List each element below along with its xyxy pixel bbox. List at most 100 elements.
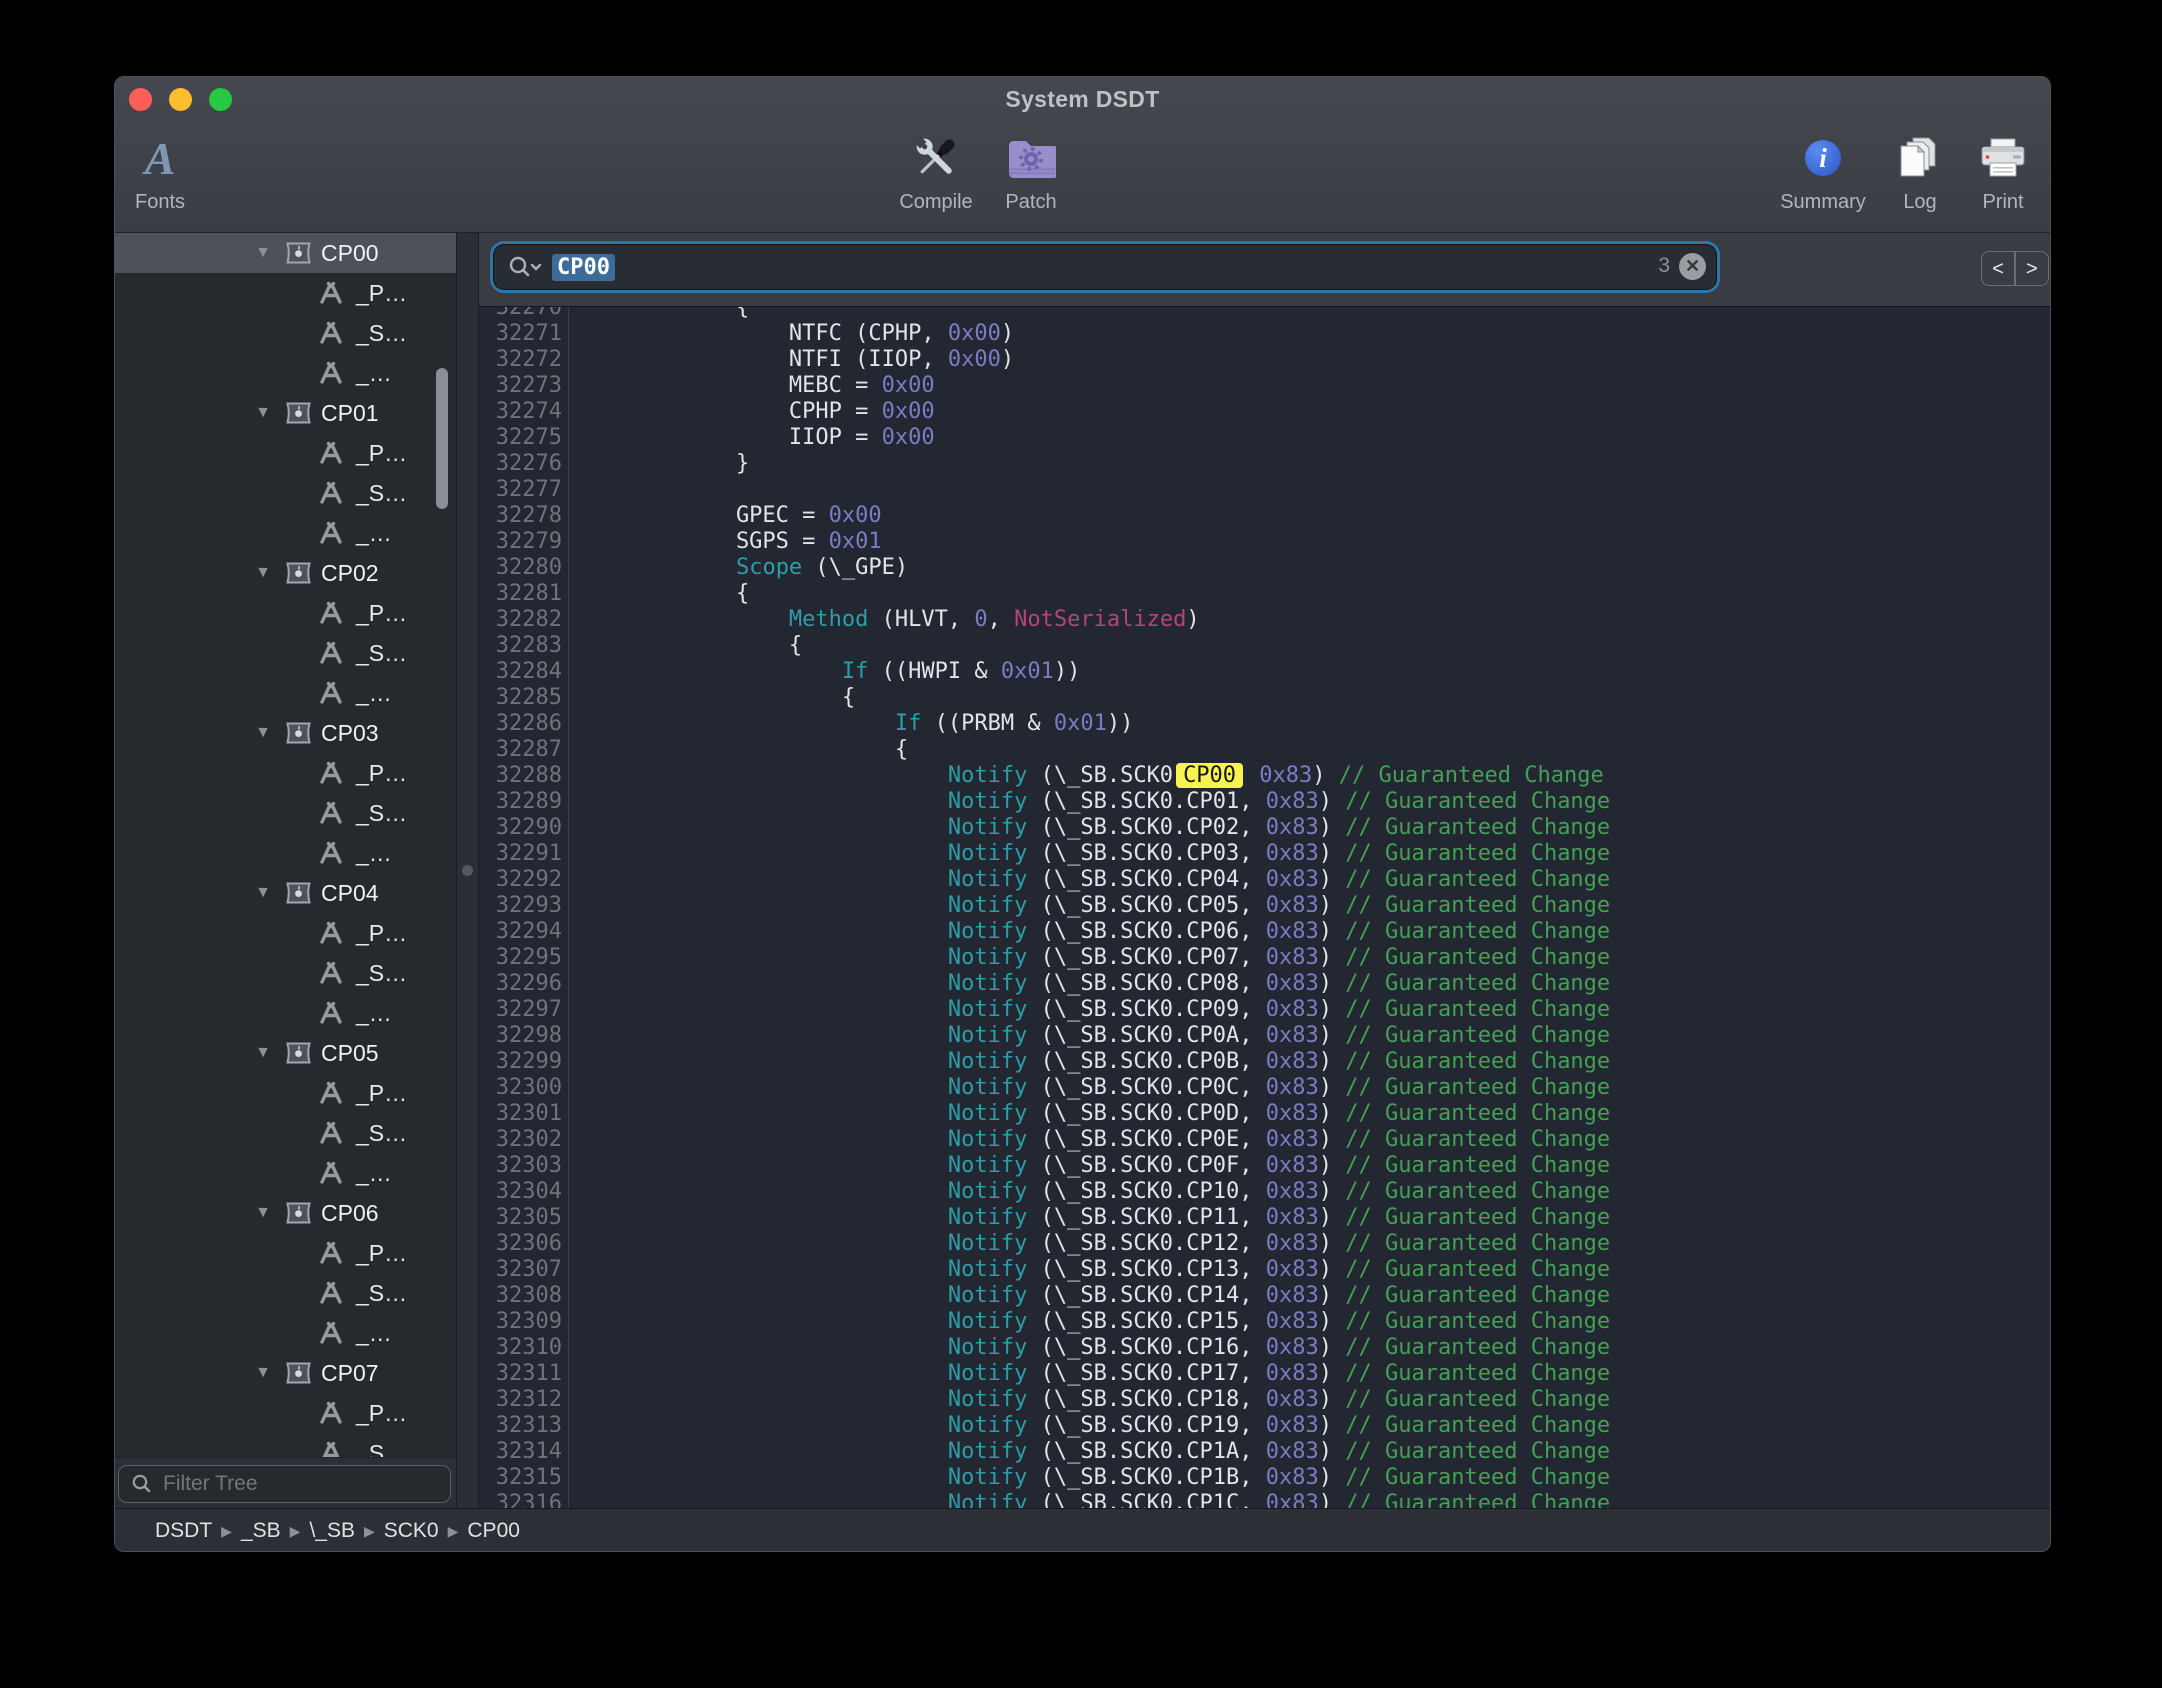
tree-row-method[interactable]: _… xyxy=(115,833,456,873)
code-line: 32308 Notify (\_SB.SCK0.CP14, 0x83) // G… xyxy=(479,1283,2051,1309)
tree-row-method[interactable]: _… xyxy=(115,513,456,553)
code-line: 32271 NTFC (CPHP, 0x00) xyxy=(479,321,2051,347)
line-number: 32291 xyxy=(479,841,569,867)
code-text: { xyxy=(569,737,908,763)
code-token: 0x83 xyxy=(1266,1049,1319,1074)
line-number: 32300 xyxy=(479,1075,569,1101)
tree-row-method[interactable]: _S… xyxy=(115,793,456,833)
code-token: 0x83 xyxy=(1266,971,1319,996)
tree-row-scope[interactable]: ▼CP07 xyxy=(115,1353,456,1393)
code-token: 0x83 xyxy=(1266,1465,1319,1490)
tree-row-method[interactable]: _P… xyxy=(115,1393,456,1433)
filter-tree-field[interactable] xyxy=(118,1465,451,1503)
tree-row-method[interactable]: _… xyxy=(115,1313,456,1353)
tree-row-method[interactable]: _S… xyxy=(115,1433,456,1457)
code-editor[interactable]: 32270 {32271 NTFC (CPHP, 0x00)32272 NTFI… xyxy=(479,307,2051,1508)
tree-row-method[interactable]: _P… xyxy=(115,433,456,473)
code-token: ) xyxy=(1319,1023,1346,1048)
code-token: CPHP = xyxy=(577,399,882,424)
breadcrumb-item[interactable]: DSDT xyxy=(155,1519,212,1543)
line-number: 32303 xyxy=(479,1153,569,1179)
line-number: 32298 xyxy=(479,1023,569,1049)
patch-icon xyxy=(1006,137,1056,179)
disclosure-triangle-icon[interactable]: ▼ xyxy=(251,1353,275,1393)
line-number: 32273 xyxy=(479,373,569,399)
patch-toolbar-button[interactable]: Patch xyxy=(976,129,1086,214)
clear-search-icon[interactable]: ✕ xyxy=(1679,253,1706,280)
code-text: Notify (\_SB.SCK0CP00 0x83) // Guarantee… xyxy=(569,763,1604,789)
tree-row-method[interactable]: _… xyxy=(115,1153,456,1193)
code-token: 0x83 xyxy=(1266,815,1319,840)
tree-row-method[interactable]: _… xyxy=(115,993,456,1033)
find-input[interactable]: CP00 3 ✕ xyxy=(494,245,1716,289)
code-token: // Guaranteed Change xyxy=(1345,1335,1610,1360)
fonts-toolbar-button[interactable]: A Fonts xyxy=(114,129,215,214)
disclosure-triangle-icon[interactable]: ▼ xyxy=(251,233,275,273)
tree-row-method[interactable]: _S… xyxy=(115,1113,456,1153)
line-number: 32286 xyxy=(479,711,569,737)
line-number: 32293 xyxy=(479,893,569,919)
disclosure-triangle-icon[interactable]: ▼ xyxy=(251,713,275,753)
tree-row-method[interactable]: _S… xyxy=(115,313,456,353)
code-token: (\_SB.SCK0.CP0F, xyxy=(1027,1153,1265,1178)
code-line: 32294 Notify (\_SB.SCK0.CP06, 0x83) // G… xyxy=(479,919,2051,945)
code-token: // Guaranteed Change xyxy=(1345,1231,1610,1256)
scope-icon xyxy=(285,1361,312,1385)
tree-row-scope[interactable]: ▼CP06 xyxy=(115,1193,456,1233)
breadcrumb-item[interactable]: CP00 xyxy=(467,1519,520,1543)
sidebar-tree[interactable]: ▼CP00_P…_S…_…▼CP01_P…_S…_…▼CP02_P…_S…_…▼… xyxy=(115,233,456,1457)
tree-row-scope[interactable]: ▼CP03 xyxy=(115,713,456,753)
code-line: 32300 Notify (\_SB.SCK0.CP0C, 0x83) // G… xyxy=(479,1075,2051,1101)
sidebar-scrollbar[interactable] xyxy=(436,368,448,509)
breadcrumb-item[interactable]: SCK0 xyxy=(384,1519,439,1543)
tree-row-method[interactable]: _… xyxy=(115,673,456,713)
compile-toolbar-button[interactable]: Compile xyxy=(881,129,991,214)
print-toolbar-button[interactable]: Print xyxy=(1948,129,2051,214)
disclosure-triangle-icon[interactable]: ▼ xyxy=(251,873,275,913)
tree-row-method[interactable]: _… xyxy=(115,353,456,393)
pane-splitter[interactable] xyxy=(456,233,479,1508)
breadcrumb-item[interactable]: _SB xyxy=(241,1519,281,1543)
code-text: { xyxy=(569,685,855,711)
find-next-button[interactable]: > xyxy=(2016,252,2048,285)
tree-row-scope[interactable]: ▼CP04 xyxy=(115,873,456,913)
code-token: (\_SB.SCK0.CP10, xyxy=(1027,1179,1265,1204)
disclosure-triangle-icon[interactable]: ▼ xyxy=(251,1193,275,1233)
disclosure-triangle-icon[interactable]: ▼ xyxy=(251,393,275,433)
tree-row-method[interactable]: _S… xyxy=(115,1273,456,1313)
code-line: 32281 { xyxy=(479,581,2051,607)
breadcrumb[interactable]: DSDT▶_SB▶\_SB▶SCK0▶CP00 xyxy=(115,1508,2050,1552)
tree-row-method[interactable]: _P… xyxy=(115,273,456,313)
disclosure-triangle-icon[interactable]: ▼ xyxy=(251,1033,275,1073)
method-icon xyxy=(318,1120,344,1146)
disclosure-triangle-icon[interactable]: ▼ xyxy=(251,553,275,593)
line-number: 32271 xyxy=(479,321,569,347)
tree-row-method[interactable]: _P… xyxy=(115,593,456,633)
code-token: NTFI (IIOP, xyxy=(577,347,948,372)
find-previous-button[interactable]: < xyxy=(1982,252,2014,285)
tree-row-scope[interactable]: ▼CP01 xyxy=(115,393,456,433)
code-token: ) xyxy=(1319,867,1346,892)
tree-row-method[interactable]: _S… xyxy=(115,953,456,993)
method-icon xyxy=(318,1400,344,1426)
filter-tree-input[interactable] xyxy=(161,1471,415,1497)
editor-lines: 32270 {32271 NTFC (CPHP, 0x00)32272 NTFI… xyxy=(479,307,2051,1508)
code-token: 0x83 xyxy=(1266,1283,1319,1308)
tree-row-scope[interactable]: ▼CP02 xyxy=(115,553,456,593)
breadcrumb-item[interactable]: \_SB xyxy=(309,1519,355,1543)
tree-row-method[interactable]: _P… xyxy=(115,1233,456,1273)
code-text: Notify (\_SB.SCK0.CP0E, 0x83) // Guarant… xyxy=(569,1127,1610,1153)
summary-toolbar-button[interactable]: i Summary xyxy=(1768,129,1878,214)
tree-row-method[interactable]: _S… xyxy=(115,633,456,673)
code-token: ) xyxy=(1319,1387,1346,1412)
code-token: Notify xyxy=(948,1179,1027,1204)
tree-row-method[interactable]: _S… xyxy=(115,473,456,513)
tree-row-scope[interactable]: ▼CP00 xyxy=(115,233,456,273)
filter-search-icon xyxy=(131,1473,153,1495)
tree-row-method[interactable]: _P… xyxy=(115,753,456,793)
tree-row-method[interactable]: _P… xyxy=(115,913,456,953)
code-token: 0x83 xyxy=(1266,1257,1319,1282)
tree-row-method[interactable]: _P… xyxy=(115,1073,456,1113)
tree-item-label: _S… xyxy=(356,473,407,513)
tree-row-scope[interactable]: ▼CP05 xyxy=(115,1033,456,1073)
